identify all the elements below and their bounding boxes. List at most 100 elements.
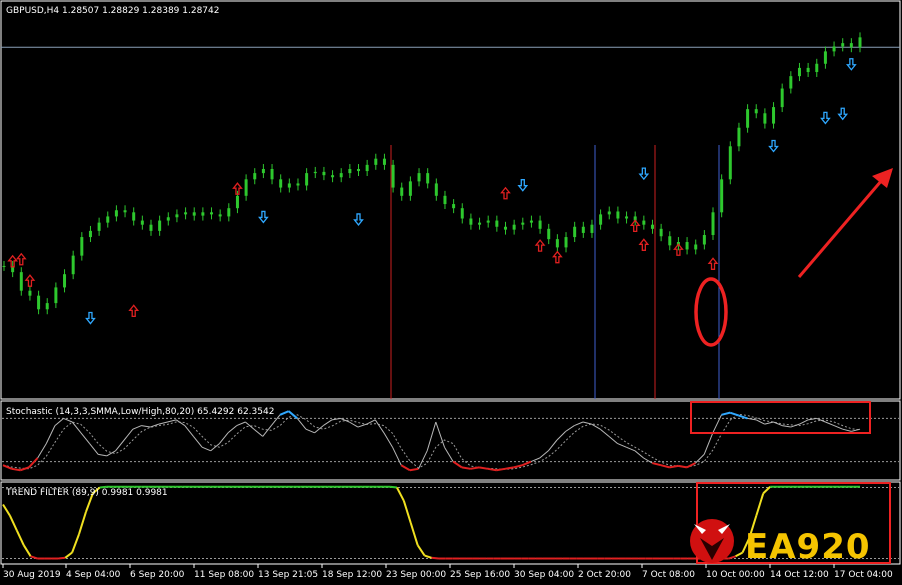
candle-body (858, 37, 862, 48)
stochastic-segment (478, 466, 488, 470)
time-label: 10 Oct 00:00 (706, 570, 765, 580)
candle-body (823, 51, 827, 64)
time-label: 2 Oct 20:00 (578, 570, 631, 580)
candle-body (443, 195, 447, 205)
candle-body (486, 220, 490, 223)
candle-body (114, 210, 118, 217)
candle-body (365, 164, 369, 172)
candle-body (529, 220, 533, 223)
candle-body (235, 195, 239, 209)
time-label: 4 Sep 04:00 (66, 570, 121, 580)
time-label: 23 Sep 00:00 (386, 570, 446, 580)
stochastic-segment (678, 464, 688, 469)
brand-text: EA920 (745, 527, 871, 567)
time-label: 14 Oct 12:00 (770, 570, 829, 580)
candle-body (331, 175, 335, 178)
candle-body (382, 158, 386, 165)
candle-body (218, 214, 222, 217)
time-label: 11 Sep 08:00 (194, 570, 254, 580)
time-label: 18 Sep 12:00 (322, 570, 382, 580)
candle-body (746, 109, 750, 128)
candle-body (702, 235, 706, 245)
candle-body (261, 168, 265, 174)
candle-body (426, 173, 430, 184)
candle-body (192, 212, 196, 216)
candle-body (417, 173, 421, 182)
candle-body (521, 222, 525, 225)
time-label: 13 Sep 21:05 (258, 570, 318, 580)
candle-body (832, 46, 836, 52)
candle-body (573, 226, 577, 238)
candle-body (616, 211, 620, 219)
candle-body (19, 272, 23, 291)
candle-body (97, 222, 101, 231)
candle-body (210, 212, 214, 215)
candle-body (296, 183, 300, 186)
candle-body (538, 220, 542, 229)
candle-body (581, 226, 585, 233)
trend-filter-segment (431, 556, 439, 560)
candle-body (374, 158, 378, 165)
candle-body (149, 224, 153, 231)
chart-title: GBPUSD,H4 1.28507 1.28829 1.28389 1.2874… (6, 6, 219, 16)
main-chart-panel[interactable] (0, 0, 901, 400)
stochastic-segment (669, 464, 679, 469)
candle-body (685, 242, 689, 250)
candle-body (694, 244, 698, 250)
candle-body (132, 212, 136, 221)
candle-body (495, 220, 499, 227)
candle-body (789, 76, 793, 89)
stochastic-label: Stochastic (14,3,3,SMMA,Low/High,80,20) … (6, 407, 274, 417)
candle-body (322, 171, 326, 176)
candle-body (452, 204, 456, 209)
candle-body (599, 214, 603, 225)
candle-body (642, 220, 646, 225)
candle-body (244, 179, 248, 196)
candle-body (88, 230, 92, 238)
candle-body (720, 179, 724, 213)
trend-filter-label: TREND FILTER (89,9) 0.9981 0.9981 (5, 488, 168, 498)
candle-body (469, 218, 473, 225)
stochastic-segment (487, 467, 497, 472)
time-label: 17 Oct 04:00 (834, 570, 893, 580)
candle-body (313, 171, 317, 174)
candle-body (737, 127, 741, 147)
candle-body (184, 212, 188, 215)
candle-body (460, 208, 464, 219)
candle-body (555, 239, 559, 248)
candle-body (408, 181, 412, 196)
candle-body (806, 67, 810, 73)
candle-body (80, 237, 84, 256)
candle-body (391, 164, 395, 188)
stochastic-segment (470, 466, 480, 470)
candle-body (71, 255, 75, 275)
candle-body (37, 295, 41, 310)
candle-body (772, 107, 776, 124)
stochastic-segment (461, 466, 471, 470)
candle-body (841, 43, 845, 47)
candle-body (63, 274, 67, 288)
candle-body (175, 214, 179, 218)
candle-body (400, 187, 404, 196)
candle-body (763, 113, 767, 124)
time-label: 30 Aug 2019 (3, 570, 61, 580)
candle-body (28, 290, 32, 296)
candle-body (106, 216, 110, 223)
candle-body (659, 228, 663, 237)
stochastic-segment (496, 467, 506, 472)
candle-body (547, 228, 551, 240)
candle-body (434, 183, 438, 196)
stochastic-segment (11, 467, 21, 472)
candle-body (512, 224, 516, 230)
time-label: 6 Sep 20:00 (130, 570, 185, 580)
candle-body (158, 220, 162, 231)
candle-body (564, 237, 568, 248)
candle-body (357, 168, 361, 172)
mt4-chart[interactable]: GBPUSD,H4 1.28507 1.28829 1.28389 1.2874… (0, 0, 902, 585)
candle-body (668, 236, 672, 246)
candle-body (45, 303, 49, 310)
time-label: 30 Sep 04:00 (514, 570, 574, 580)
candle-body (253, 173, 257, 180)
candle-body (590, 224, 594, 233)
candle-body (780, 88, 784, 108)
